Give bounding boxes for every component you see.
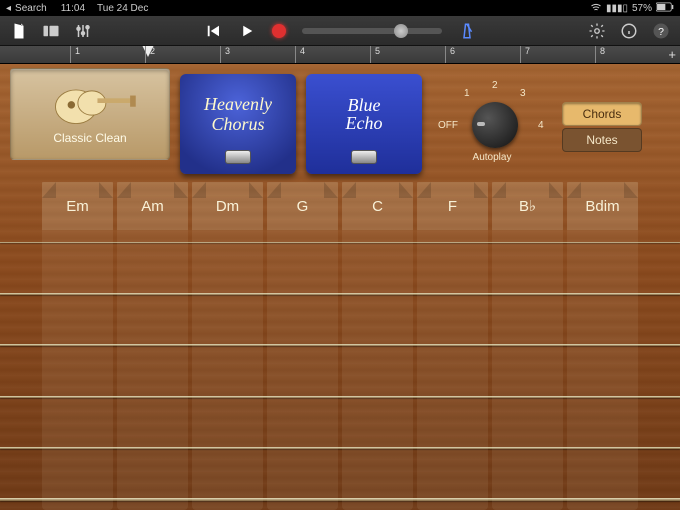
chord-strum-area[interactable] xyxy=(42,230,113,510)
chord-label[interactable]: F xyxy=(417,182,488,230)
ruler-tick[interactable]: 7 xyxy=(520,46,530,63)
instrument-view: Classic Clean Heavenly Chorus Blue Echo … xyxy=(0,64,680,510)
chord-strum-area[interactable] xyxy=(342,230,413,510)
ruler-tick[interactable]: 5 xyxy=(370,46,380,63)
chord-strum-area[interactable] xyxy=(117,230,188,510)
dial-4-label: 4 xyxy=(538,120,544,131)
back-app-label[interactable]: Search xyxy=(15,3,47,14)
ios-status-bar: ◂ Search 11:04 Tue 24 Dec ▮▮▮▯ 57% xyxy=(0,0,680,16)
mode-notes[interactable]: Notes xyxy=(562,128,642,152)
pedal-blue-echo[interactable]: Blue Echo xyxy=(306,74,422,174)
help-icon[interactable]: ? xyxy=(652,22,670,40)
autoplay-dial-wrap: OFF 1 2 3 4 Autoplay xyxy=(432,74,552,164)
ruler-tick[interactable]: 2 xyxy=(145,46,155,63)
app-toolbar: ? xyxy=(0,16,680,46)
chord-strips: EmAmDmGCFB♭Bdim xyxy=(40,182,640,510)
ruler-tick[interactable]: 1 xyxy=(70,46,80,63)
timeline-ruler[interactable]: + 1 2 3 4 5 6 7 8 xyxy=(0,46,680,64)
chord-strip[interactable]: Am xyxy=(117,182,188,510)
pedal-heavenly-chorus[interactable]: Heavenly Chorus xyxy=(180,74,296,174)
chord-strip[interactable]: Bdim xyxy=(567,182,638,510)
chord-strum-area[interactable] xyxy=(417,230,488,510)
chord-strip[interactable]: B♭ xyxy=(492,182,563,510)
chord-label[interactable]: Am xyxy=(117,182,188,230)
ruler-tick[interactable]: 3 xyxy=(220,46,230,63)
chord-strip[interactable]: G xyxy=(267,182,338,510)
signal-icon: ▮▮▮▯ xyxy=(606,3,628,14)
chord-strip[interactable]: F xyxy=(417,182,488,510)
pedal-label-line1: Heavenly xyxy=(204,94,272,114)
chord-label[interactable]: B♭ xyxy=(492,182,563,230)
chord-strum-area[interactable] xyxy=(267,230,338,510)
dial-2-label: 2 xyxy=(492,80,498,91)
instrument-chooser[interactable]: Classic Clean xyxy=(10,68,170,160)
track-controls-icon[interactable] xyxy=(74,22,92,40)
rewind-icon[interactable] xyxy=(204,22,222,40)
record-button[interactable] xyxy=(272,24,286,38)
autoplay-title: Autoplay xyxy=(432,152,552,163)
pedal-label-line1: Blue xyxy=(348,96,381,114)
autoplay-dial[interactable] xyxy=(472,102,518,148)
chord-label[interactable]: C xyxy=(342,182,413,230)
my-songs-icon[interactable] xyxy=(10,22,28,40)
chord-label[interactable]: Em xyxy=(42,182,113,230)
chord-label[interactable]: G xyxy=(267,182,338,230)
instrument-name: Classic Clean xyxy=(11,131,169,145)
chord-strum-area[interactable] xyxy=(567,230,638,510)
ruler-tick[interactable]: 4 xyxy=(295,46,305,63)
metronome-icon[interactable] xyxy=(458,22,476,40)
settings-icon[interactable] xyxy=(588,22,606,40)
back-caret-icon[interactable]: ◂ xyxy=(6,3,11,14)
chord-strip[interactable]: Dm xyxy=(192,182,263,510)
chord-strum-area[interactable] xyxy=(192,230,263,510)
chord-strum-area[interactable] xyxy=(492,230,563,510)
mode-toggle: Chords Notes xyxy=(562,102,642,152)
pedal-label-line2: Echo xyxy=(346,114,383,132)
chord-label[interactable]: Dm xyxy=(192,182,263,230)
slider-knob[interactable] xyxy=(394,24,408,38)
pedal-stomp-switch[interactable] xyxy=(351,150,377,164)
chord-strip[interactable]: Em xyxy=(42,182,113,510)
guitar-icon xyxy=(11,75,169,131)
add-section-icon[interactable]: + xyxy=(668,47,676,62)
play-icon[interactable] xyxy=(238,22,256,40)
wifi-icon xyxy=(590,1,602,16)
chord-label[interactable]: Bdim xyxy=(567,182,638,230)
info-icon[interactable] xyxy=(620,22,638,40)
pedal-label-line2: Chorus xyxy=(211,114,264,134)
ruler-tick[interactable]: 8 xyxy=(595,46,605,63)
battery-icon xyxy=(656,2,674,15)
svg-text:?: ? xyxy=(658,25,664,37)
autoplay-section: OFF 1 2 3 4 Autoplay Chords Notes xyxy=(432,68,670,164)
dial-1-label: 1 xyxy=(464,88,470,99)
browser-icon[interactable] xyxy=(42,22,60,40)
battery-percent: 57% xyxy=(632,3,652,14)
dial-3-label: 3 xyxy=(520,88,526,99)
date: Tue 24 Dec xyxy=(97,3,148,14)
mode-chords[interactable]: Chords xyxy=(562,102,642,126)
master-volume-slider[interactable] xyxy=(302,28,442,34)
dial-off-label: OFF xyxy=(438,120,458,131)
clock: 11:04 xyxy=(61,3,85,14)
top-panel: Classic Clean Heavenly Chorus Blue Echo … xyxy=(0,64,680,174)
chord-strip[interactable]: C xyxy=(342,182,413,510)
ruler-tick[interactable]: 6 xyxy=(445,46,455,63)
pedal-stomp-switch[interactable] xyxy=(225,150,251,164)
